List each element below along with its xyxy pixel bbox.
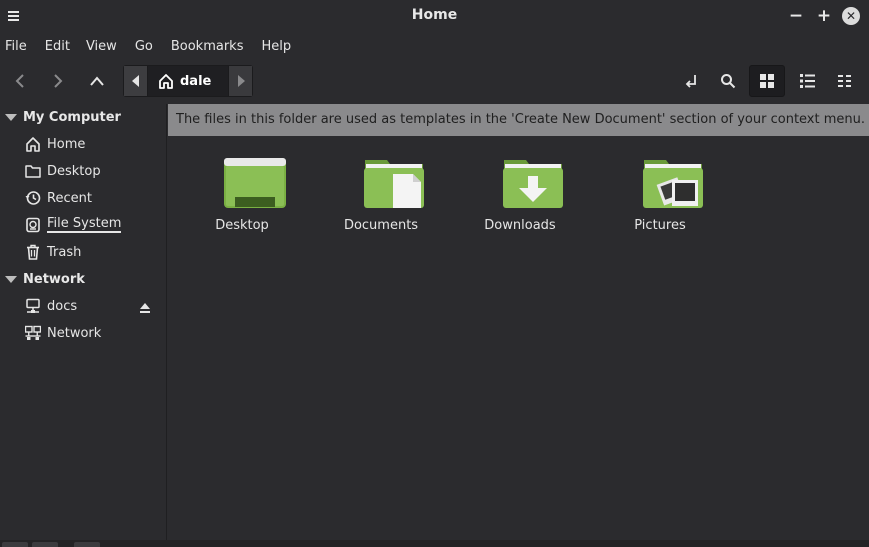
folder-label: Documents: [343, 218, 419, 233]
sidebar-item-desktop[interactable]: Desktop: [24, 160, 101, 182]
path-scroll-left-button[interactable]: [124, 66, 148, 96]
expander-down-icon: [5, 113, 17, 121]
window-title: Home: [411, 7, 458, 23]
sidebar-item-label: Trash: [47, 244, 82, 260]
menu-go[interactable]: Go: [135, 39, 153, 54]
sidebar-section-my-computer[interactable]: My Computer: [0, 106, 121, 128]
sidebar-item-label: docs: [47, 298, 78, 314]
folder-icon: [24, 162, 42, 180]
back-button[interactable]: [2, 65, 38, 97]
section-title: Network: [23, 271, 85, 287]
folder-item-documents[interactable]: Documents: [321, 156, 441, 242]
list-icon: [799, 74, 815, 88]
title-bar: Home − + ✕: [0, 0, 869, 32]
menu-help[interactable]: Help: [261, 39, 291, 54]
sidebar-item-file-system[interactable]: File System: [24, 214, 122, 236]
menu-bar: File Edit View Go Bookmarks Help: [0, 32, 869, 60]
sidebar-item-label: Network: [47, 325, 102, 341]
folder-label: Desktop: [215, 218, 269, 233]
menu-file[interactable]: File: [5, 39, 27, 54]
menu-edit[interactable]: Edit: [45, 39, 70, 54]
recent-icon: [24, 189, 42, 207]
folder-item-downloads[interactable]: Downloads: [460, 156, 580, 242]
up-button[interactable]: [79, 65, 115, 97]
home-icon: [159, 74, 173, 89]
forward-button[interactable]: [40, 65, 76, 97]
network-share-icon: [24, 297, 42, 315]
folder-label: Pictures: [634, 218, 686, 233]
caret-right-icon: [237, 75, 245, 87]
list-view-button[interactable]: [789, 65, 825, 97]
sidebar-item-network[interactable]: Network: [24, 322, 101, 344]
sidebar-item-docs[interactable]: docs: [24, 295, 77, 317]
sidebar: My Computer Home Desktop Recent File Sys…: [0, 104, 167, 547]
path-label: dale: [180, 73, 212, 89]
sidebar-item-label: Recent: [47, 190, 92, 206]
pictures-folder-icon: [643, 160, 703, 208]
file-view: The files in this folder are used as tem…: [168, 104, 869, 547]
statusbar-button[interactable]: [2, 542, 28, 547]
status-bar: [0, 540, 869, 547]
sidebar-item-trash[interactable]: Trash: [24, 241, 81, 263]
template-info-bar: The files in this folder are used as tem…: [168, 104, 869, 136]
path-button-home[interactable]: dale: [158, 73, 211, 89]
caret-left-icon: [131, 75, 139, 87]
trash-icon: [24, 243, 42, 261]
back-arrow-icon: [15, 74, 24, 88]
downloads-folder-icon: [503, 160, 563, 208]
documents-folder-icon: [364, 160, 424, 208]
search-button[interactable]: [710, 65, 746, 97]
maximize-button[interactable]: +: [815, 7, 833, 25]
minimize-button[interactable]: −: [787, 7, 805, 25]
sidebar-item-recent[interactable]: Recent: [24, 187, 92, 209]
folder-item-desktop[interactable]: Desktop: [182, 156, 302, 242]
icon-view-button[interactable]: [749, 65, 785, 97]
section-title: My Computer: [23, 109, 121, 125]
expander-down-icon: [5, 275, 17, 283]
sidebar-item-home[interactable]: Home: [24, 133, 85, 155]
statusbar-button[interactable]: [32, 542, 58, 547]
folder-label: Downloads: [484, 218, 556, 233]
close-button[interactable]: ✕: [842, 7, 860, 25]
network-icon: [24, 324, 42, 342]
location-toggle-icon: [685, 75, 696, 88]
search-icon: [721, 74, 736, 89]
statusbar-button[interactable]: [74, 542, 100, 547]
sidebar-item-label: File System: [47, 216, 122, 233]
sidebar-section-network[interactable]: Network: [0, 268, 85, 290]
toolbar: dale: [0, 60, 869, 104]
sidebar-item-label: Desktop: [47, 163, 101, 179]
compact-view-button[interactable]: [827, 65, 863, 97]
sidebar-item-label: Home: [47, 136, 86, 152]
compact-list-icon: [838, 75, 851, 87]
home-icon: [24, 135, 42, 153]
up-arrow-icon: [90, 76, 104, 86]
folder-item-pictures[interactable]: Pictures: [600, 156, 720, 242]
menu-bookmarks[interactable]: Bookmarks: [171, 39, 244, 54]
drive-icon: [24, 216, 42, 234]
forward-arrow-icon: [54, 74, 63, 88]
desktop-folder-icon: [224, 158, 286, 208]
menu-view[interactable]: View: [86, 39, 117, 54]
path-scroll-right-button[interactable]: [228, 66, 252, 96]
open-terminal-button[interactable]: [672, 65, 708, 97]
breadcrumb: dale: [123, 65, 253, 97]
grid-icon: [760, 74, 774, 88]
eject-icon[interactable]: [139, 302, 151, 314]
